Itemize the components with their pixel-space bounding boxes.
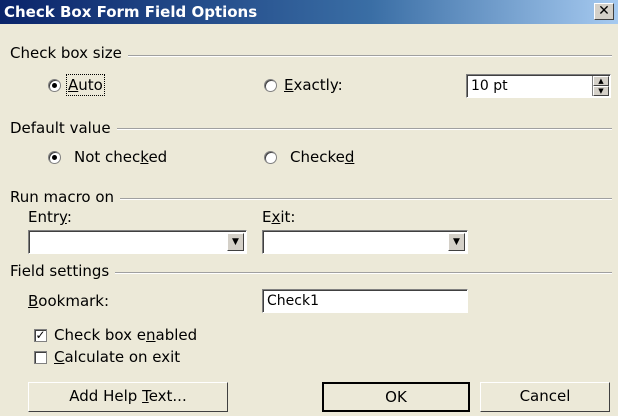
help-mnemonic: T [142,387,149,405]
entry-dropdown-button[interactable]: ▼ [227,233,244,251]
spin-up-arrow-icon[interactable]: ▲ [593,76,609,86]
checked-label[interactable]: Checked [290,148,354,166]
exactly-radio[interactable] [264,79,277,92]
calculate-mnemonic: C [54,348,65,366]
exit-dropdown-button[interactable]: ▼ [448,233,465,251]
entry-macro-select[interactable]: ▼ [28,230,247,254]
checkmark-icon: ✓ [35,328,46,342]
exit-label: Exit: [262,208,295,226]
bookmark-value: Check1 [267,293,319,309]
chevron-down-icon: ▼ [232,237,239,247]
chevron-down-icon: ▼ [453,237,460,247]
bookmark-label: Bookmark: [28,292,109,310]
entry-label: Entry: [28,208,72,226]
auto-rest: uto [78,76,103,94]
auto-radio[interactable] [48,79,61,92]
close-button[interactable]: ✕ [594,3,614,20]
size-value: 10 pt [471,78,508,94]
bookmark-mnemonic: B [28,292,39,310]
ok-button[interactable]: OK [322,382,470,412]
bookmark-input[interactable]: Check1 [262,289,468,313]
default-value-heading: Default value [10,119,117,137]
spin-down-arrow-icon[interactable]: ▼ [593,86,609,96]
enabled-post: abled [155,326,198,344]
field-settings-heading: Field settings [10,262,116,280]
exit-macro-select[interactable]: ▼ [262,230,468,254]
auto-radio-dot [52,83,57,88]
check-box-enabled-label[interactable]: Check box enabled [54,326,197,344]
not-checked-radio[interactable] [48,151,61,164]
entry-pre: Entr [28,208,60,226]
exactly-rest: xactly: [293,76,343,94]
check-box-size-heading: Check box size [10,44,128,62]
exactly-radio-label[interactable]: Exactly: [284,76,343,94]
size-spinner[interactable]: ▲ ▼ [592,76,609,96]
enabled-mnemonic: n [146,326,156,344]
bookmark-rest: ookmark: [38,292,110,310]
dialog-title: Check Box Form Field Options [4,3,258,21]
not-checked-radio-dot [52,155,57,160]
check-box-enabled-checkbox[interactable]: ✓ [34,329,47,342]
cancel-button[interactable]: Cancel [480,382,610,412]
auto-mnemonic: A [68,76,79,94]
not-checked-label[interactable]: Not checked [74,148,167,166]
checked-radio[interactable] [264,151,277,164]
calculate-rest: alculate on exit [64,348,181,366]
help-post: ext... [148,387,187,405]
enabled-pre: Check box e [54,326,147,344]
calculate-on-exit-label[interactable]: Calculate on exit [54,348,180,366]
title-bar[interactable]: Check Box Form Field Options ✕ [0,0,618,24]
entry-post: : [66,208,72,226]
exit-post: it: [280,208,296,226]
auto-radio-label[interactable]: Auto [66,74,105,96]
check-box-form-field-options-dialog: Check Box Form Field Options ✕ Check box… [0,0,618,416]
run-macro-heading: Run macro on [10,188,121,206]
close-icon: ✕ [598,3,610,19]
size-input[interactable]: 10 pt [466,74,611,98]
help-pre: Add Help [69,387,143,405]
checked-mnemonic: d [344,148,355,166]
not-checked-post: ed [148,148,168,166]
entry-mnemonic: y [59,208,67,226]
not-checked-pre: Not chec [74,148,141,166]
checked-pre: Checke [290,148,345,166]
add-help-text-button[interactable]: Add Help Text... [28,382,228,412]
calculate-on-exit-checkbox[interactable] [34,351,47,364]
